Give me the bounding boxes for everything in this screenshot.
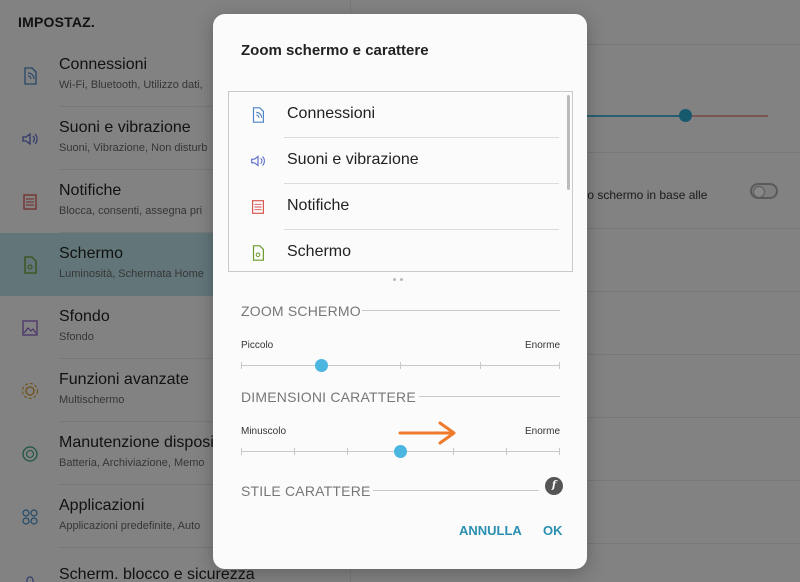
font-size-heading: DIMENSIONI CARATTERE: [241, 389, 416, 405]
screen-zoom-tick: [559, 362, 560, 369]
zoom-font-dialog: Zoom schermo e carattere Connessioni Suo…: [213, 14, 587, 569]
sound-icon: [251, 155, 265, 167]
preview-item-label: Notifiche: [287, 197, 350, 214]
screen-zoom-tick: [400, 362, 401, 369]
font-size-slider[interactable]: [241, 445, 560, 458]
ok-button[interactable]: OK: [543, 523, 563, 538]
preview-item: Schermo: [229, 230, 569, 271]
preview-scrollbar[interactable]: [567, 95, 570, 190]
screen-zoom-heading: ZOOM SCHERMO: [241, 303, 361, 319]
screen-zoom-tick: [241, 362, 242, 369]
font-size-thumb[interactable]: [394, 445, 407, 458]
preview-item-label: Suoni e vibrazione: [287, 151, 419, 168]
font-style-icon[interactable]: f: [545, 477, 563, 495]
font-size-min-label: Minuscolo: [241, 426, 287, 437]
font-size-tick: [294, 448, 295, 455]
connections-icon: [252, 107, 264, 123]
font-size-tick: [453, 448, 454, 455]
page-indicator: [393, 278, 403, 281]
screen-zoom-tick: [479, 362, 481, 369]
preview-item: Notifiche: [229, 184, 569, 230]
screen-zoom-max-label: Enorme: [524, 340, 560, 351]
screen-zoom-min-label: Piccolo: [241, 340, 274, 351]
dialog-title: Zoom schermo e carattere: [241, 42, 429, 59]
preview-item: Suoni e vibrazione: [229, 138, 569, 184]
preview-item: Connessioni: [229, 92, 569, 138]
annotation-arrow-icon: [398, 421, 456, 445]
notifications-icon: [252, 200, 264, 214]
screen-zoom-slider[interactable]: [241, 359, 560, 372]
font-size-tick: [241, 448, 242, 455]
display-icon: [252, 245, 264, 261]
cancel-button[interactable]: ANNULLA: [459, 523, 522, 538]
screen-zoom-thumb[interactable]: [314, 359, 328, 372]
preview-item-label: Schermo: [287, 243, 352, 260]
font-size-max-label: Enorme: [524, 426, 560, 437]
font-size-tick: [559, 448, 560, 455]
font-size-tick: [347, 448, 348, 455]
preview-panel[interactable]: Connessioni Suoni e vibrazione Notifiche…: [228, 91, 573, 272]
preview-item-label: Connessioni: [287, 105, 376, 122]
font-style-heading: STILE CARATTERE: [241, 483, 371, 499]
font-size-tick: [506, 448, 507, 455]
